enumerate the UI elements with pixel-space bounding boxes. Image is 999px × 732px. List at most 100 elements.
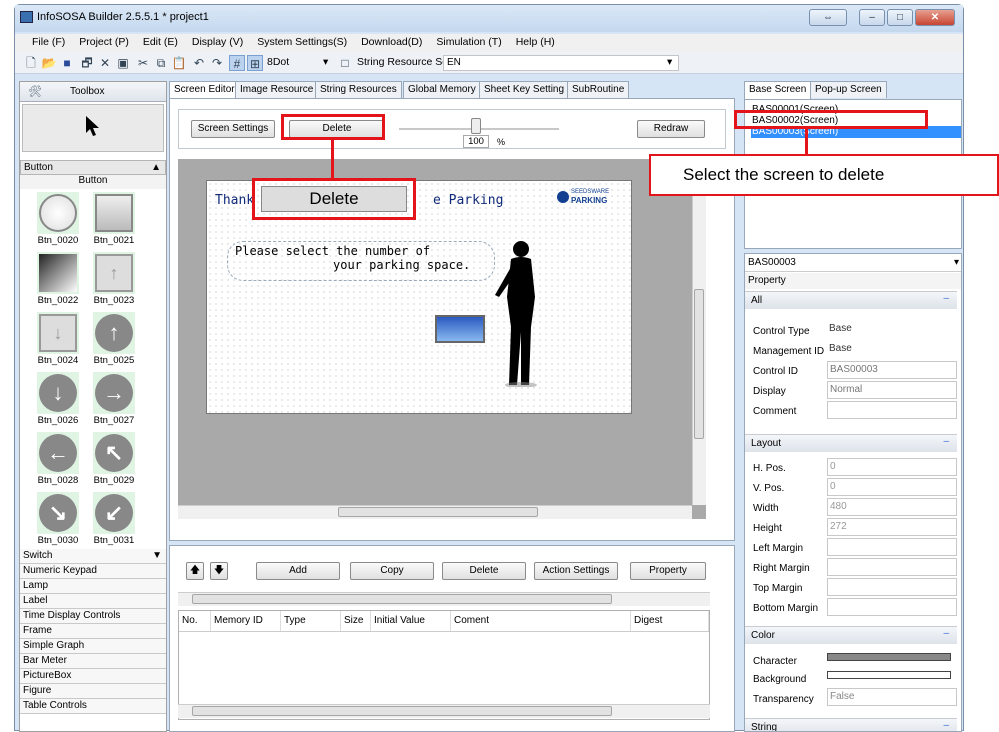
category-lamp[interactable]: Lamp [20,579,166,594]
property-selected[interactable]: BAS00003 ▾ [745,254,961,272]
copy-memory-button[interactable]: Copy [350,562,434,580]
category-frame[interactable]: Frame [20,624,166,639]
memory-hscroll-top[interactable] [178,592,710,606]
tab-subroutine[interactable]: SubRoutine [567,81,630,98]
collapse-icon[interactable]: ▲ [151,161,161,174]
prop-value-display[interactable]: Normal [827,381,957,399]
category-button-header[interactable]: Button ▲ [20,160,166,175]
open-folder-icon[interactable]: 📂 [41,55,57,71]
btn-item-0029[interactable]: ↖ Btn_0029 [88,432,140,488]
btn-item-0027[interactable]: → Btn_0027 [88,372,140,428]
string-resource-select[interactable]: EN [443,55,679,71]
btn-item-0022[interactable]: Btn_0022 [32,252,84,308]
menu-file[interactable]: File (F) [25,34,72,52]
prop-value-hpos[interactable]: 0 [827,458,957,476]
property-button[interactable]: Property [630,562,706,580]
category-bar-meter[interactable]: Bar Meter [20,654,166,669]
category-simple-graph[interactable]: Simple Graph [20,639,166,654]
menu-simulation[interactable]: Simulation (T) [429,34,508,52]
prop-value-bottom-margin[interactable] [827,598,957,616]
prop-value-background[interactable] [827,669,957,687]
grid-icon[interactable]: # [229,55,245,71]
btn-item-0024[interactable]: ↓ Btn_0024 [32,312,84,368]
prop-value-height[interactable]: 272 [827,518,957,536]
new-file-icon[interactable]: 🗋 [23,55,39,71]
section-layout[interactable]: Layout – [745,434,957,452]
tab-image-resource[interactable]: Image Resource [235,81,319,98]
tab-sheet-key-setting[interactable]: Sheet Key Setting [479,81,570,98]
category-table-controls[interactable]: Table Controls [20,699,166,714]
btn-item-0025[interactable]: ↑ Btn_0025 [88,312,140,368]
menu-help[interactable]: Help (H) [509,34,562,52]
redo-icon[interactable]: ↷ [209,55,225,71]
cut-icon[interactable]: ✂ [135,55,151,71]
pointer-tool[interactable] [22,104,164,152]
new-screen-icon[interactable]: 🗗 [79,55,95,71]
delete-memory-button[interactable]: Delete [442,562,526,580]
btn-item-0026[interactable]: ↓ Btn_0026 [32,372,84,428]
tab-string-resources[interactable]: String Resources [315,81,402,98]
col-digest[interactable]: Digest [631,611,709,631]
canvas-hscroll[interactable] [178,505,692,519]
tab-popup-screen[interactable]: Pop-up Screen [810,81,887,98]
move-up-button[interactable]: 🡅 [186,562,204,580]
btn-item-0021[interactable]: Btn_0021 [88,192,140,248]
zoom-value[interactable]: 100 [463,135,489,148]
section-string[interactable]: String – [745,718,957,731]
btn-item-0031[interactable]: ↙ Btn_0031 [88,492,140,548]
menu-download[interactable]: Download(D) [354,34,429,52]
category-picturebox[interactable]: PictureBox [20,669,166,684]
tab-global-memory[interactable]: Global Memory [403,81,481,98]
move-down-button[interactable]: 🡇 [210,562,228,580]
btn-item-0030[interactable]: ↘ Btn_0030 [32,492,84,548]
col-coment[interactable]: Coment [451,611,631,631]
prop-value-comment[interactable] [827,401,957,419]
prop-value-control-id[interactable]: BAS00003 [827,361,957,379]
save-icon[interactable]: ■ [59,55,75,71]
minimize-button[interactable]: – [859,9,885,26]
dot-size[interactable]: 8Dot [267,56,289,68]
action-settings-button[interactable]: Action Settings [534,562,618,580]
properties-icon[interactable]: ▣ [115,55,131,71]
category-label[interactable]: Label [20,594,166,609]
prop-value-width[interactable]: 480 [827,498,957,516]
prop-value-vpos[interactable]: 0 [827,478,957,496]
selected-dropdown-icon[interactable]: ▾ [954,257,959,268]
memory-hscroll[interactable] [178,704,710,718]
dropdown-arrow-icon[interactable]: ▼ [152,549,162,563]
canvas-vscroll[interactable] [692,159,706,505]
category-switch[interactable]: Switch ▼ [20,549,166,564]
btn-item-0020[interactable]: Btn_0020 [32,192,84,248]
col-initial-value[interactable]: Initial Value [371,611,451,631]
col-type[interactable]: Type [281,611,341,631]
undo-icon[interactable]: ↶ [191,55,207,71]
prop-value-right-margin[interactable] [827,558,957,576]
redraw-button[interactable]: Redraw [637,120,705,138]
screen-settings-button[interactable]: Screen Settings [191,120,275,138]
copy-icon[interactable]: ⧉ [153,55,169,71]
menu-display[interactable]: Display (V) [185,34,250,52]
zoom-slider-thumb[interactable] [471,118,481,134]
category-figure[interactable]: Figure [20,684,166,699]
swap-icon[interactable]: ⇔ [809,9,847,26]
tab-base-screen[interactable]: Base Screen [744,81,812,99]
category-numeric-keypad[interactable]: Numeric Keypad [20,564,166,579]
frame-icon[interactable]: □ [337,55,353,71]
delete-icon[interactable]: ✕ [97,55,113,71]
col-memory-id[interactable]: Memory ID [211,611,281,631]
add-memory-button[interactable]: Add [256,562,340,580]
paste-icon[interactable]: 📋 [171,55,187,71]
menu-project[interactable]: Project (P) [72,34,136,52]
snap-icon[interactable]: ⊞ [247,55,263,71]
prop-value-top-margin[interactable] [827,578,957,596]
section-all[interactable]: All – [745,291,957,309]
prop-value-transparency[interactable]: False [827,688,957,706]
btn-item-0023[interactable]: ↑ Btn_0023 [88,252,140,308]
col-size[interactable]: Size [341,611,371,631]
screen-image-button[interactable] [435,315,485,343]
category-time-display[interactable]: Time Display Controls [20,609,166,624]
dot-dropdown-icon[interactable]: ▾ [323,56,328,68]
select-dropdown-icon[interactable]: ▾ [667,56,672,68]
section-color[interactable]: Color – [745,626,957,644]
menu-edit[interactable]: Edit (E) [136,34,185,52]
